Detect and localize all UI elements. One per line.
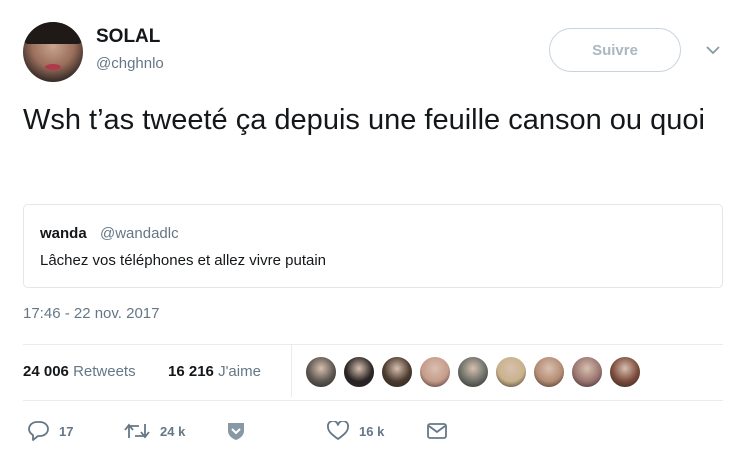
author-handle[interactable]: @chghnlo [96,55,164,72]
liker-avatar[interactable] [381,356,413,388]
tweet-timestamp[interactable]: 17:46 - 22 nov. 2017 [23,305,160,322]
liker-avatar[interactable] [305,356,337,388]
retweet-count: 24 k [160,423,186,439]
quoted-author-name: wanda [40,225,87,242]
liker-avatar[interactable] [609,356,641,388]
divider [291,345,292,397]
reply-icon [27,421,49,441]
retweet-icon [124,422,150,440]
liker-avatar[interactable] [343,356,375,388]
divider [23,344,723,345]
envelope-icon [427,423,447,439]
liker-avatar[interactable] [457,356,489,388]
reply-button[interactable]: 17 [27,420,73,442]
liker-avatar[interactable] [495,356,527,388]
retweets-count: 24 006 [23,363,69,380]
retweets-stat[interactable]: 24 006 Retweets [23,363,136,380]
author-display-name[interactable]: SOLAL [96,26,160,48]
likes-label: J'aime [218,363,261,380]
chevron-down-icon [706,45,720,55]
like-button[interactable]: 16 k [327,420,384,442]
quoted-author-handle: @wandadlc [100,225,179,242]
like-count: 16 k [359,423,385,439]
quoted-tweet[interactable]: wanda @wandadlc Lâchez vos téléphones et… [23,204,723,288]
shield-icon [226,421,246,441]
author-avatar[interactable] [23,22,83,82]
likes-count: 16 216 [168,363,214,380]
quoted-tweet-text: Lâchez vos téléphones et allez vivre put… [40,252,327,269]
divider [23,400,723,401]
reply-count: 17 [59,423,74,439]
tweet-text: Wsh t’as tweeté ça depuis une feuille ca… [23,104,705,136]
retweet-button[interactable]: 24 k [124,420,185,442]
follow-button[interactable]: Suivre [549,28,681,72]
liker-avatar[interactable] [533,356,565,388]
more-options-button[interactable] [703,42,723,58]
direct-message-button[interactable] [427,420,447,442]
liker-avatar[interactable] [571,356,603,388]
tweet-actions: 17 24 k 16 k [0,420,735,444]
likes-stat[interactable]: 16 216 J'aime [168,363,261,380]
heart-icon [327,421,349,441]
report-button[interactable] [226,420,246,442]
liker-avatar[interactable] [419,356,451,388]
retweets-label: Retweets [73,363,136,380]
